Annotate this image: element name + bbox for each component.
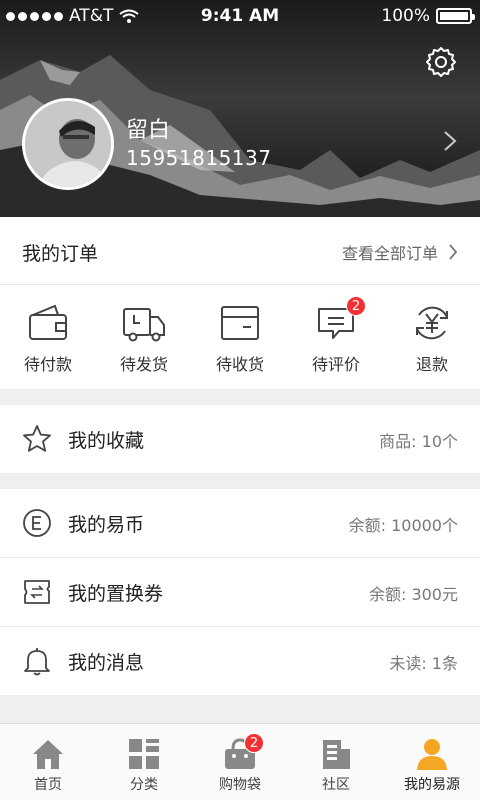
messages-row[interactable]: 我的消息 未读: 1条 (0, 627, 480, 695)
user-name: 留白 (126, 118, 171, 143)
coin-e-icon (23, 509, 51, 537)
order-label: 待评价 (311, 355, 360, 374)
chevron-right-icon[interactable] (442, 130, 458, 152)
tab-profile[interactable]: 我的易源 (384, 724, 480, 800)
row-value: 商品: 10个 (379, 432, 458, 451)
star-icon (23, 425, 51, 452)
grid-icon (129, 739, 159, 769)
bell-icon (24, 648, 50, 676)
tab-label: 我的易源 (404, 777, 460, 793)
order-label: 待发货 (119, 355, 168, 374)
truck-icon (123, 308, 165, 342)
building-icon (323, 740, 350, 769)
order-label: 待付款 (23, 355, 72, 374)
order-pending-review[interactable]: 2 待评价 (288, 285, 384, 389)
settings-gear-icon[interactable] (424, 45, 458, 79)
row-title: 我的置换券 (68, 583, 164, 605)
box-icon (221, 306, 259, 340)
person-icon (417, 739, 447, 770)
wallet-icon (29, 304, 67, 340)
order-label: 退款 (415, 355, 448, 374)
favorites-row[interactable]: 我的收藏 商品: 10个 (0, 405, 480, 473)
order-refund[interactable]: 退款 (384, 285, 480, 389)
bag-count-badge: 2 (244, 733, 264, 753)
row-title: 我的易币 (68, 514, 145, 536)
vouchers-row[interactable]: 我的置换券 余额: 300元 (0, 558, 480, 626)
tab-label: 社区 (322, 777, 350, 793)
battery-icon (436, 8, 475, 24)
tab-label: 购物袋 (219, 777, 261, 793)
row-title: 我的收藏 (68, 430, 145, 452)
orders-title: 我的订单 (22, 243, 99, 265)
tab-bag[interactable]: 2 购物袋 (192, 724, 288, 800)
order-pending-payment[interactable]: 待付款 (0, 285, 96, 389)
status-bar: AT&T 9:41 AM 100% (0, 0, 480, 32)
avatar[interactable] (22, 98, 114, 190)
chevron-right-icon (449, 244, 458, 260)
yen-refresh-icon (416, 306, 448, 340)
tab-community[interactable]: 社区 (288, 724, 384, 800)
ticket-icon (24, 580, 50, 604)
order-label: 待收货 (215, 355, 264, 374)
profile-header: AT&T 9:41 AM 100% 留白 15951815137 (0, 0, 480, 217)
order-pending-receipt[interactable]: 待收货 (192, 285, 288, 389)
home-icon (33, 740, 63, 769)
tab-bar: 首页 分类 2 购物袋 社区 我的易源 (0, 723, 480, 800)
orders-section: 我的订单 查看全部订单 待付款 待发货 待收货 2 待评价 退款 (0, 217, 480, 389)
row-value: 余额: 300元 (368, 585, 458, 604)
review-count-badge: 2 (346, 296, 366, 316)
battery-percent: 100% (381, 6, 430, 26)
user-phone: 15951815137 (126, 146, 272, 170)
coins-row[interactable]: 我的易币 余额: 10000个 (0, 489, 480, 557)
tab-label: 首页 (34, 777, 62, 793)
row-title: 我的消息 (68, 652, 145, 674)
order-pending-shipment[interactable]: 待发货 (96, 285, 192, 389)
tab-category[interactable]: 分类 (96, 724, 192, 800)
view-all-orders-label: 查看全部订单 (341, 244, 438, 263)
orders-header[interactable]: 我的订单 查看全部订单 (0, 217, 480, 285)
tab-label: 分类 (130, 777, 158, 793)
view-all-orders-link[interactable]: 查看全部订单 (342, 240, 458, 264)
tab-home[interactable]: 首页 (0, 724, 96, 800)
row-value: 余额: 10000个 (348, 516, 458, 535)
row-value: 未读: 1条 (389, 654, 458, 673)
